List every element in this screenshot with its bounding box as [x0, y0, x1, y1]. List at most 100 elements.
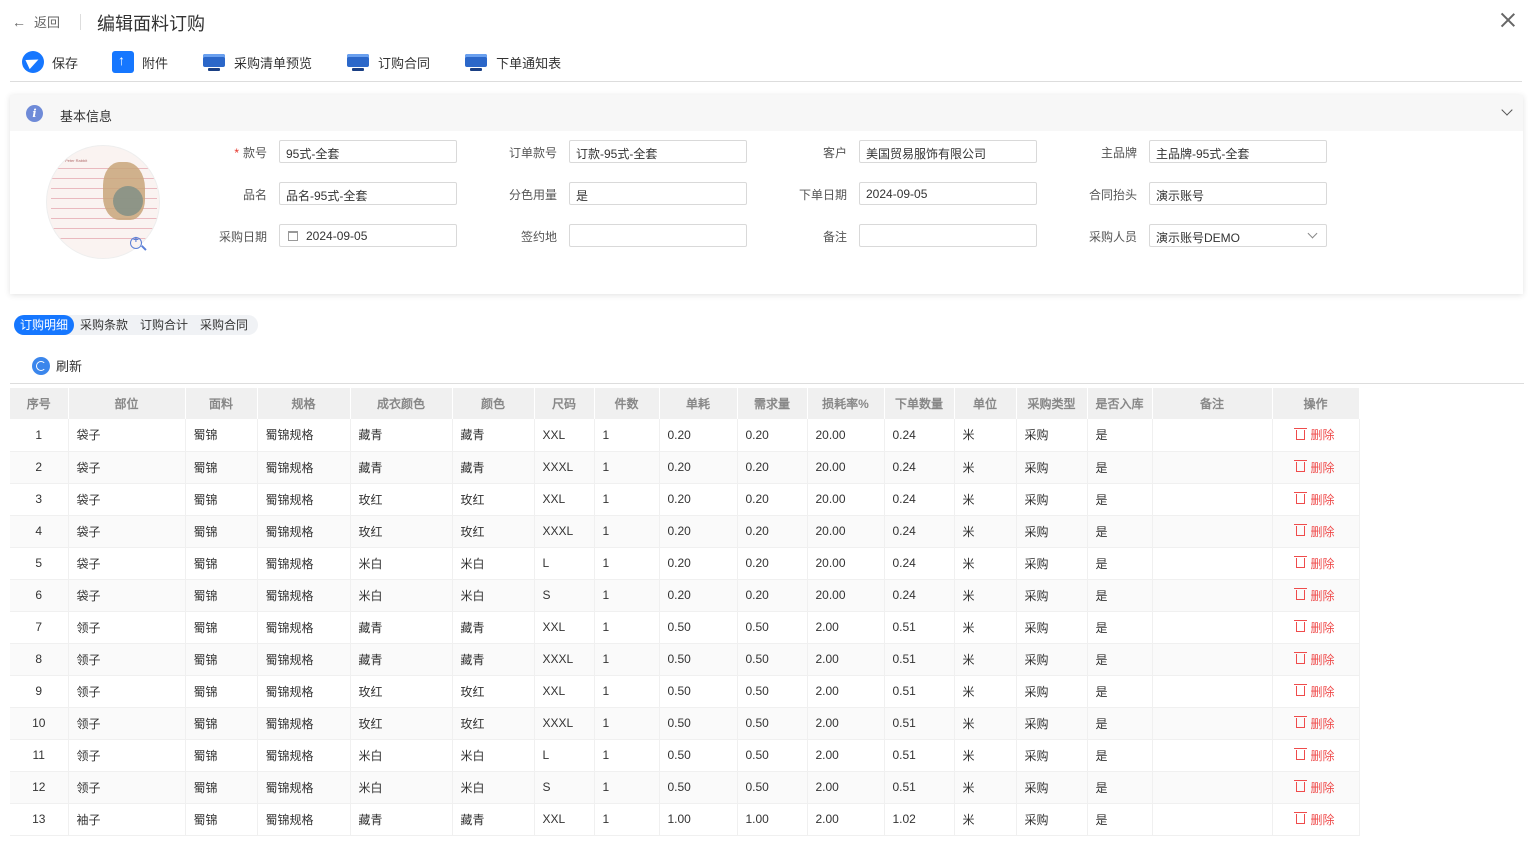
required-mark: *	[234, 146, 239, 160]
delete-label: 删除	[1310, 556, 1335, 571]
style-no-input[interactable]: 95式-全套	[279, 140, 457, 163]
style-no-label: * 款号	[234, 146, 267, 160]
order-style-no-input[interactable]: 订款-95式-全套	[569, 140, 747, 163]
table-cell: 1	[594, 515, 660, 548]
table-cell: 9	[10, 675, 69, 708]
table-cell	[1152, 547, 1273, 580]
customer-input[interactable]: 美国贸易服饰有限公司	[859, 140, 1037, 163]
table-cell	[1152, 771, 1273, 804]
table-cell: 0.24	[884, 515, 955, 548]
tab-purchase-contract[interactable]: 采购合同	[194, 315, 254, 335]
column-header: 件数	[594, 388, 660, 419]
delete-button[interactable]: 删除	[1294, 523, 1335, 540]
contract-header-input[interactable]: 演示账号	[1149, 182, 1327, 205]
table-cell: 是	[1087, 739, 1153, 772]
close-icon[interactable]	[1498, 10, 1518, 30]
delete-button[interactable]: 删除	[1294, 587, 1335, 604]
order-date-input[interactable]: 2024-09-05	[859, 182, 1037, 205]
column-header: 部位	[68, 388, 186, 419]
table-cell: 米	[954, 419, 1017, 452]
refresh-button[interactable]: 刷新	[32, 356, 82, 375]
table-cell	[1152, 643, 1273, 676]
table-cell: 领子	[68, 675, 186, 708]
table-cell: 20.00	[807, 419, 885, 452]
delete-button[interactable]: 删除	[1294, 811, 1335, 828]
table-cell: 是	[1087, 451, 1153, 484]
table-cell: XXXL	[534, 451, 595, 484]
tab-order-details[interactable]: 订购明细	[14, 315, 75, 335]
table-row: 11 领子 蜀锦 蜀锦规格 米白 米白 L 1 0.50 0.50 2.00 0.51 米采购是删除	[10, 739, 1360, 772]
attachment-button[interactable]: 附件	[112, 51, 168, 73]
table-cell	[1152, 707, 1273, 740]
order-contract-button[interactable]: 订购合同	[346, 51, 430, 73]
trash-icon	[1294, 652, 1308, 664]
action-cell: 删除	[1272, 547, 1360, 580]
table-row: 3 袋子 蜀锦 蜀锦规格 玫红 玫红 XXL 1 0.20 0.20 20.00 0.24 米采购是删除	[10, 483, 1360, 516]
tab-purchase-terms[interactable]: 采购条款	[74, 315, 134, 335]
panel-header[interactable]: i 基本信息	[10, 95, 1523, 131]
delete-button[interactable]: 删除	[1294, 715, 1335, 732]
delete-label: 删除	[1310, 588, 1335, 603]
purchase-date-input[interactable]: 2024-09-05	[279, 224, 457, 247]
delete-button[interactable]: 删除	[1294, 619, 1335, 636]
save-button[interactable]: 保存	[22, 51, 78, 73]
table-cell: 蜀锦	[185, 611, 258, 644]
delete-label: 删除	[1310, 524, 1335, 539]
delete-button[interactable]: 删除	[1294, 747, 1335, 764]
purchase-date-value: 2024-09-05	[306, 229, 368, 243]
table-cell: 袋子	[68, 419, 186, 452]
table-cell: 0.20	[737, 451, 808, 484]
table-cell: 0.50	[659, 707, 738, 740]
table-cell: XXL	[534, 803, 595, 836]
chevron-down-icon[interactable]	[1501, 104, 1513, 116]
table-cell: 是	[1087, 419, 1153, 452]
delete-button[interactable]: 删除	[1294, 683, 1335, 700]
table-cell: 0.51	[884, 739, 955, 772]
table-cell: 0.50	[737, 675, 808, 708]
table-cell: 采购	[1016, 483, 1088, 516]
sign-place-input[interactable]	[569, 224, 747, 247]
table-cell: 藏青	[350, 803, 453, 836]
delete-button[interactable]: 删除	[1294, 779, 1335, 796]
table-cell	[1152, 451, 1273, 484]
table-cell: 袋子	[68, 483, 186, 516]
table-cell: 采购	[1016, 803, 1088, 836]
buyer-select[interactable]: 演示账号DEMO	[1149, 224, 1327, 247]
table-cell: 0.20	[659, 515, 738, 548]
table-cell: 0.50	[737, 611, 808, 644]
table-cell: 蜀锦规格	[257, 547, 351, 580]
table-row: 1 袋子 蜀锦 蜀锦规格 藏青 藏青 XXL 1 0.20 0.20 20.00 0.24 米采购是删除	[10, 419, 1360, 452]
table-cell: 10	[10, 707, 69, 740]
delete-button[interactable]: 删除	[1294, 459, 1335, 476]
remark-input[interactable]	[859, 224, 1037, 247]
delete-button[interactable]: 删除	[1294, 491, 1335, 508]
delete-button[interactable]: 删除	[1294, 555, 1335, 572]
order-notice-button[interactable]: 下单通知表	[464, 51, 561, 73]
table-cell: 采购	[1016, 547, 1088, 580]
table-cell: 采购	[1016, 451, 1088, 484]
table-cell: 13	[10, 803, 69, 836]
table-cell: XXXL	[534, 643, 595, 676]
table-cell: 蜀锦	[185, 419, 258, 452]
action-cell: 删除	[1272, 771, 1360, 804]
trash-icon	[1294, 684, 1308, 696]
back-button[interactable]: ← 返回	[12, 12, 60, 31]
monitor-icon	[346, 51, 370, 73]
form-row: * 款号 95式-全套 订单款号 订款-95式-全套 客户 美国贸易服饰有限公司 …	[10, 140, 1510, 164]
color-usage-input[interactable]: 是	[569, 182, 747, 205]
product-name-input[interactable]: 品名-95式-全套	[279, 182, 457, 205]
main-brand-input[interactable]: 主品牌-95式-全套	[1149, 140, 1327, 163]
page-title: 编辑面料订购	[97, 14, 205, 34]
purchase-list-preview-button[interactable]: 采购清单预览	[202, 51, 312, 73]
tab-order-total[interactable]: 订购合计	[134, 315, 194, 335]
delete-button[interactable]: 删除	[1294, 651, 1335, 668]
table-cell: 20.00	[807, 515, 885, 548]
table-cell: 玫红	[452, 707, 535, 740]
table-row: 4 袋子 蜀锦 蜀锦规格 玫红 玫红 XXXL 1 0.20 0.20 20.00 0.24 米采购是删…	[10, 515, 1360, 548]
buyer-value: 演示账号DEMO	[1156, 231, 1241, 245]
table-cell: 0.20	[659, 451, 738, 484]
column-header: 是否入库	[1087, 388, 1153, 419]
table-cell: 蜀锦规格	[257, 515, 351, 548]
delete-button[interactable]: 删除	[1294, 426, 1335, 443]
trash-icon	[1294, 524, 1308, 536]
